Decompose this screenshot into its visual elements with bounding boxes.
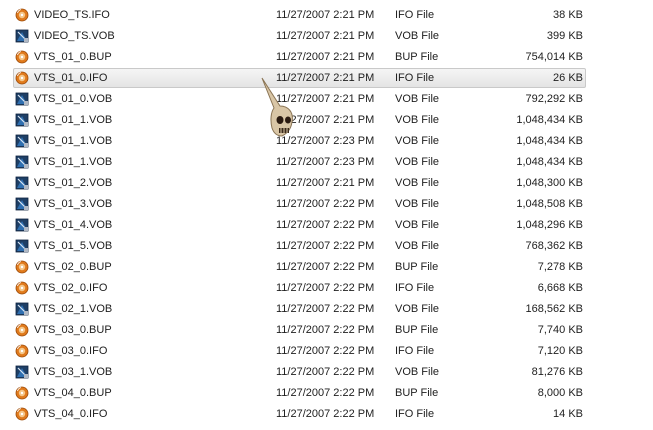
file-type: VOB File: [395, 114, 440, 126]
file-type: IFO File: [395, 282, 435, 294]
file-date-modified: 11/27/2007 2:22 PM: [276, 261, 375, 273]
file-name: VTS_01_2.VOB: [34, 177, 113, 189]
file-date-modified: 11/27/2007 2:22 PM: [276, 303, 375, 315]
file-name: VTS_02_0.IFO: [34, 282, 108, 294]
file-row[interactable]: VTS_01_4.VOB 11/27/2007 2:22 PM VOB File 1,…: [13, 215, 586, 235]
file-size: 399 KB: [546, 30, 583, 42]
file-row[interactable]: VTS_04_0.BUP 11/27/2007 2:22 PM BUP File 8,…: [13, 383, 586, 403]
file-row[interactable]: VTS_01_0.IFO 11/27/2007 2:21 PM IFO File 26…: [13, 68, 586, 88]
file-type: IFO File: [395, 345, 435, 357]
file-size: 1,048,300 KB: [516, 177, 583, 189]
file-name: VTS_01_1.VOB: [34, 114, 113, 126]
file-row[interactable]: VTS_01_0.VOB 11/27/2007 2:21 PM VOB File 79…: [13, 89, 586, 109]
file-size: 7,120 KB: [537, 345, 583, 357]
file-type: VOB File: [395, 30, 440, 42]
file-type: VOB File: [395, 156, 440, 168]
file-size: 6,668 KB: [537, 282, 583, 294]
file-size: 1,048,508 KB: [516, 198, 583, 210]
file-date-modified: 11/27/2007 2:22 PM: [276, 324, 375, 336]
file-row[interactable]: VTS_01_1.VOB 11/27/2007 2:23 PM VOB File 1,…: [13, 131, 586, 151]
file-row[interactable]: VTS_01_1.VOB 11/27/2007 2:21 PM VOB File 1,…: [13, 110, 586, 130]
file-name: VTS_04_0.IFO: [34, 408, 108, 420]
file-name: VTS_01_5.VOB: [34, 240, 113, 252]
file-row[interactable]: VTS_02_1.VOB 11/27/2007 2:22 PM VOB File 16…: [13, 299, 586, 319]
file-type: VOB File: [395, 198, 440, 210]
file-size: 26 KB: [553, 72, 583, 84]
file-date-modified: 11/27/2007 2:23 PM: [276, 156, 375, 168]
file-type: VOB File: [395, 240, 440, 252]
file-name: VTS_01_0.VOB: [34, 93, 113, 105]
file-type: IFO File: [395, 72, 435, 84]
file-date-modified: 11/27/2007 2:22 PM: [276, 387, 375, 399]
file-date-modified: 11/27/2007 2:22 PM: [276, 198, 375, 210]
file-row[interactable]: VTS_02_0.IFO 11/27/2007 2:22 PM IFO File 6,…: [13, 278, 586, 298]
file-type: BUP File: [395, 261, 439, 273]
file-date-modified: 11/27/2007 2:22 PM: [276, 345, 375, 357]
file-date-modified: 11/27/2007 2:21 PM: [276, 51, 375, 63]
file-row[interactable]: VTS_01_2.VOB 11/27/2007 2:21 PM VOB File 1,…: [13, 173, 586, 193]
file-date-modified: 11/27/2007 2:22 PM: [276, 408, 375, 420]
file-name: VTS_01_4.VOB: [34, 219, 113, 231]
file-name: VTS_01_0.BUP: [34, 51, 112, 63]
file-row[interactable]: VTS_04_0.IFO 11/27/2007 2:22 PM IFO File 14…: [13, 404, 586, 424]
file-date-modified: 11/27/2007 2:21 PM: [276, 9, 375, 21]
file-size: 168,562 KB: [525, 303, 584, 315]
file-size: 768,362 KB: [525, 240, 584, 252]
file-name: VTS_03_1.VOB: [34, 366, 113, 378]
file-size: 754,014 KB: [525, 51, 584, 63]
file-row[interactable]: VIDEO_TS.VOB 11/27/2007 2:21 PM VOB File 39…: [13, 26, 586, 46]
file-type: BUP File: [395, 324, 439, 336]
file-row[interactable]: VTS_02_0.BUP 11/27/2007 2:22 PM BUP File 7,…: [13, 257, 586, 277]
skull-cursor-icon: [261, 77, 293, 137]
file-date-modified: 11/27/2007 2:22 PM: [276, 219, 375, 231]
file-row[interactable]: VIDEO_TS.IFO 11/27/2007 2:21 PM IFO File 38…: [13, 5, 586, 25]
file-row[interactable]: VTS_01_0.BUP 11/27/2007 2:21 PM BUP File 75…: [13, 47, 586, 67]
file-date-modified: 11/27/2007 2:22 PM: [276, 366, 375, 378]
file-type: BUP File: [395, 387, 439, 399]
file-name: VTS_01_1.VOB: [34, 135, 113, 147]
file-name: VIDEO_TS.IFO: [34, 9, 110, 21]
file-type: VOB File: [395, 303, 440, 315]
file-type: BUP File: [395, 51, 439, 63]
file-size: 81,276 KB: [531, 366, 583, 378]
file-date-modified: 11/27/2007 2:22 PM: [276, 240, 375, 252]
file-date-modified: 11/27/2007 2:21 PM: [276, 30, 375, 42]
file-name: VTS_03_0.IFO: [34, 345, 108, 357]
file-type: VOB File: [395, 219, 440, 231]
file-row[interactable]: VTS_01_5.VOB 11/27/2007 2:22 PM VOB File 76…: [13, 236, 586, 256]
file-name: VTS_03_0.BUP: [34, 324, 112, 336]
file-type: VOB File: [395, 366, 440, 378]
file-size: 1,048,296 KB: [516, 219, 583, 231]
file-row[interactable]: VTS_01_1.VOB 11/27/2007 2:23 PM VOB File 1,…: [13, 152, 586, 172]
file-row[interactable]: VTS_03_0.BUP 11/27/2007 2:22 PM BUP File 7,…: [13, 320, 586, 340]
file-name: VTS_02_1.VOB: [34, 303, 113, 315]
file-size: 8,000 KB: [537, 387, 583, 399]
file-size: 792,292 KB: [525, 93, 584, 105]
file-type: IFO File: [395, 408, 435, 420]
file-type: VOB File: [395, 135, 440, 147]
file-row[interactable]: VTS_03_1.VOB 11/27/2007 2:22 PM VOB File 81…: [13, 362, 586, 382]
file-type: IFO File: [395, 9, 435, 21]
file-name: VTS_01_1.VOB: [34, 156, 113, 168]
file-name: VTS_04_0.BUP: [34, 387, 112, 399]
file-size: 14 KB: [553, 408, 583, 420]
file-date-modified: 11/27/2007 2:21 PM: [276, 177, 375, 189]
file-name: VIDEO_TS.VOB: [34, 30, 115, 42]
file-name: VTS_02_0.BUP: [34, 261, 112, 273]
file-size: 38 KB: [553, 9, 583, 21]
file-size: 7,278 KB: [537, 261, 583, 273]
file-size: 1,048,434 KB: [516, 114, 583, 126]
file-type: VOB File: [395, 177, 440, 189]
file-row[interactable]: VTS_01_3.VOB 11/27/2007 2:22 PM VOB File 1,…: [13, 194, 586, 214]
file-name: VTS_01_3.VOB: [34, 198, 113, 210]
file-size: 7,740 KB: [537, 324, 583, 336]
file-size: 1,048,434 KB: [516, 135, 583, 147]
file-type: VOB File: [395, 93, 440, 105]
file-size: 1,048,434 KB: [516, 156, 583, 168]
file-date-modified: 11/27/2007 2:22 PM: [276, 282, 375, 294]
file-row[interactable]: VTS_03_0.IFO 11/27/2007 2:22 PM IFO File 7,…: [13, 341, 586, 361]
file-name: VTS_01_0.IFO: [34, 72, 108, 84]
